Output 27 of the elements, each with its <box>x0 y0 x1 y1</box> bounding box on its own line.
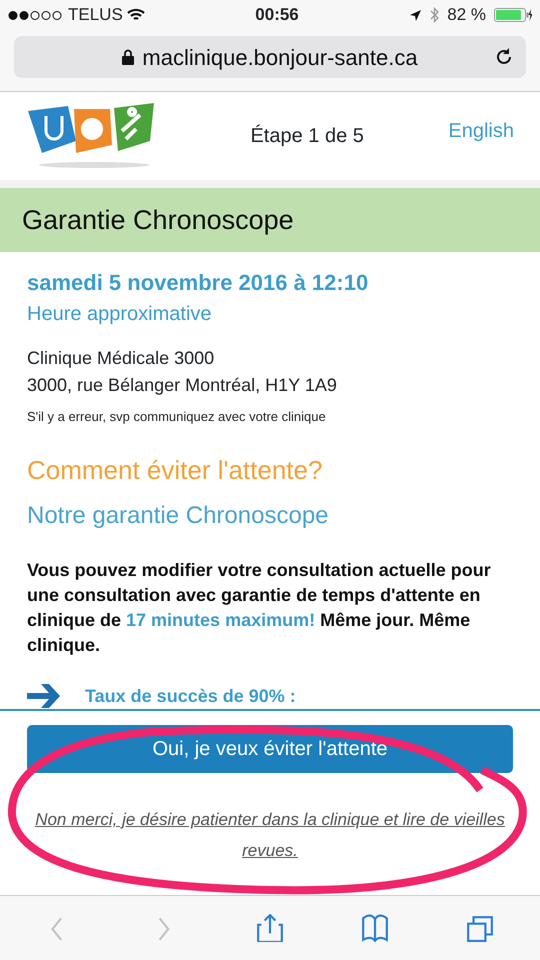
step-indicator: Étape 1 de 5 <box>250 124 364 149</box>
signal-icon <box>8 10 64 20</box>
clinic-address: 3000, rue Bélanger Montréal, H1Y 1A9 <box>27 374 338 397</box>
appointment-date: samedi 5 novembre 2016 à 12:10 <box>27 269 370 297</box>
error-note: S'il y a erreur, svp communiquez avec votre clinique <box>27 408 327 426</box>
address-field[interactable]: maclinique.bonjour-sante.ca <box>14 36 526 78</box>
tabs-icon[interactable] <box>466 914 494 942</box>
arrow-icon <box>27 682 61 709</box>
wifi-icon <box>126 8 145 22</box>
clinic-name: Clinique Médicale 3000 <box>27 347 216 370</box>
success-rate-label: Taux de succès de 90% : <box>85 684 296 708</box>
reload-icon[interactable] <box>494 47 514 67</box>
decline-link[interactable]: Non merci, je désire patienter dans la clinique et lire de vieilles revues. <box>17 805 523 866</box>
lock-icon <box>122 49 134 65</box>
share-icon[interactable] <box>256 914 284 942</box>
page-title: Garantie Chronoscope <box>22 204 294 237</box>
book-icon[interactable] <box>360 914 389 942</box>
offer-paragraph: Vous pouvez modifier votre consultation actuelle pour une consultation avec garantie de temps d'attente en clinique de 17 minutes maximum! Même jour. Même clinique. <box>27 558 492 658</box>
section-heading: Comment éviter l'attente? <box>27 454 324 486</box>
location-icon <box>409 8 422 22</box>
battery-percent: 82 % <box>447 4 486 26</box>
carrier-name: TELUS <box>68 4 123 26</box>
battery-icon <box>494 8 532 22</box>
approximate-time-note: Heure approximative <box>27 302 213 327</box>
bluetooth-icon <box>430 7 440 23</box>
clock-time: 00:56 <box>255 4 299 26</box>
section-subheading: Notre garantie Chronoscope <box>27 500 330 530</box>
